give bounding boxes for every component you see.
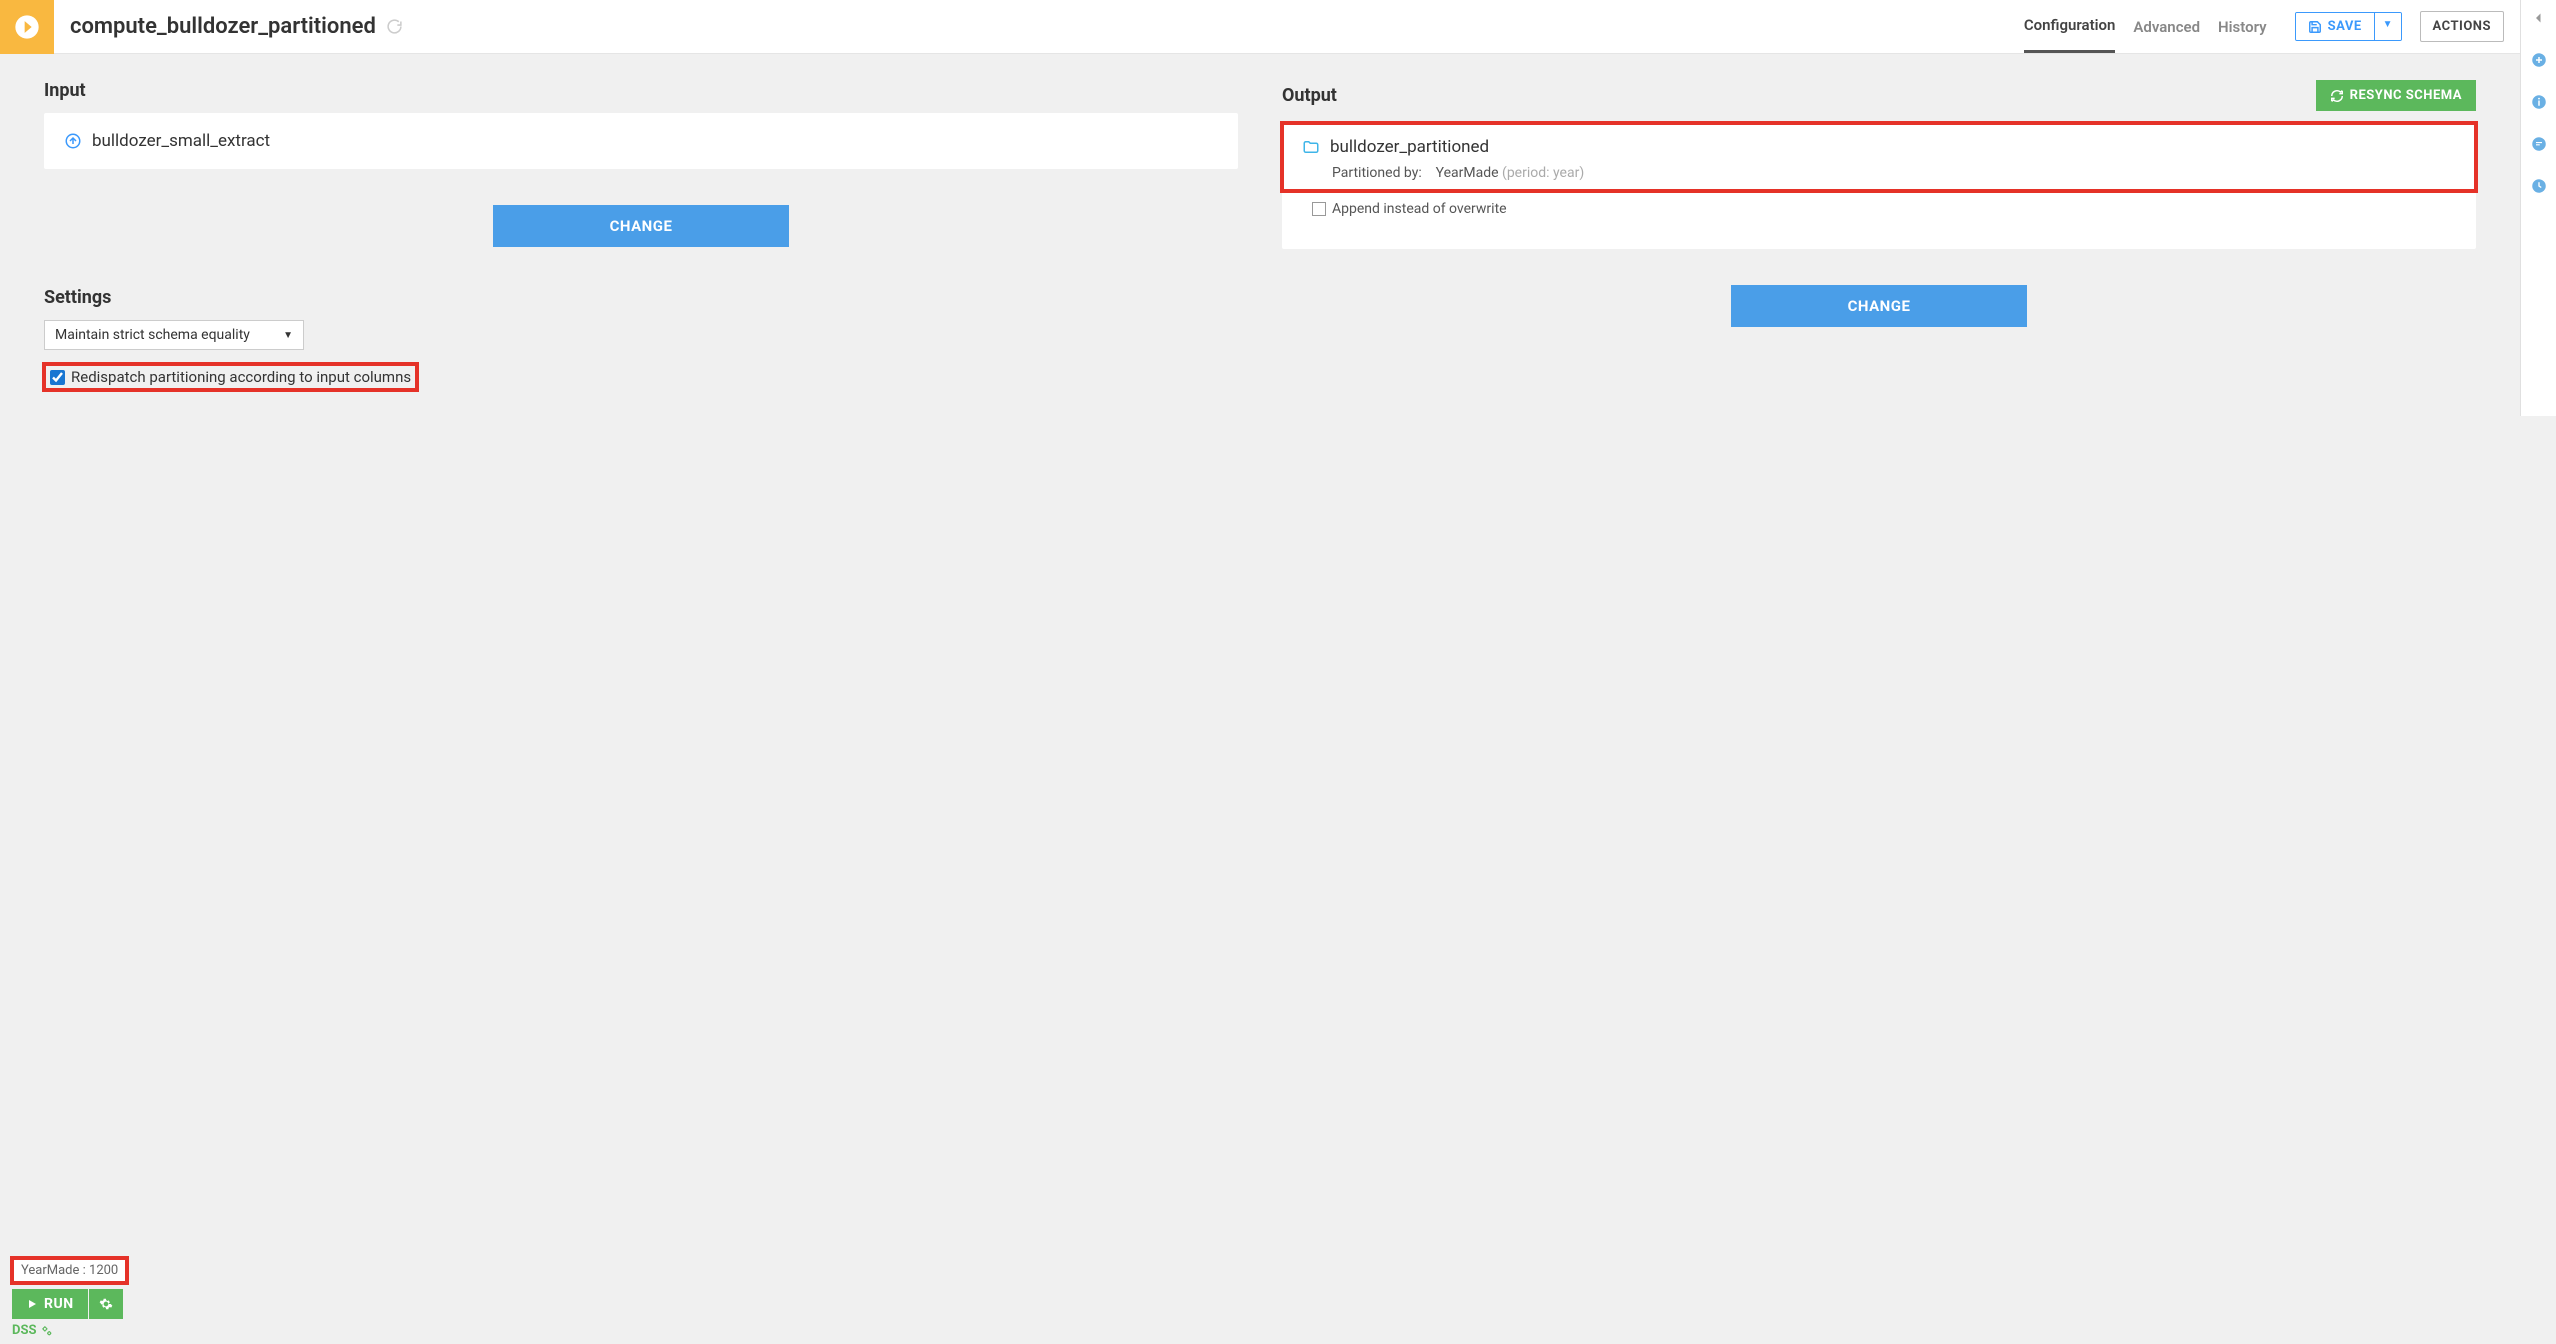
schema-mode-select[interactable]: Maintain strict schema equality ▼ [44,320,304,350]
sync-icon [2330,89,2344,103]
folder-icon [1302,138,1320,156]
dss-label[interactable]: DSS [12,1323,127,1338]
redispatch-row: Redispatch partitioning according to inp… [44,364,417,390]
play-icon [26,1298,38,1310]
input-card: bulldozer_small_extract [44,113,1238,169]
clock-icon[interactable] [2529,176,2549,196]
resync-schema-button[interactable]: RESYNC SCHEMA [2316,80,2476,111]
settings-title: Settings [44,287,1238,308]
chat-icon[interactable] [2529,134,2549,154]
upload-icon [64,132,82,150]
refresh-icon[interactable] [386,18,403,35]
redispatch-checkbox[interactable] [50,370,65,385]
save-button[interactable]: SAVE [2296,13,2374,40]
run-button[interactable]: RUN [12,1289,88,1319]
input-change-button[interactable]: CHANGE [493,205,789,247]
collapse-arrow-icon[interactable] [2529,8,2549,28]
input-section-title: Input [44,80,1238,101]
tab-advanced[interactable]: Advanced [2133,0,2200,53]
save-dropdown-arrow[interactable]: ▼ [2374,13,2401,40]
actions-button[interactable]: ACTIONS [2420,11,2504,42]
chevron-down-icon: ▼ [283,330,293,341]
partition-value-box[interactable]: YearMade : 1200 [12,1258,127,1283]
recipe-icon [0,0,54,54]
append-checkbox[interactable] [1312,202,1326,216]
output-dataset-block: bulldozer_partitioned Partitioned by: Ye… [1282,123,2476,191]
right-rail [2520,0,2556,416]
append-label: Append instead of overwrite [1332,201,1507,217]
run-settings-button[interactable] [89,1289,123,1319]
output-section-title: Output [1282,85,1337,106]
input-dataset-name[interactable]: bulldozer_small_extract [92,131,270,151]
partitioned-by-value: YearMade [1436,165,1499,181]
output-change-button[interactable]: CHANGE [1731,285,2027,327]
info-icon[interactable] [2529,92,2549,112]
page-title: compute_bulldozer_partitioned [70,14,376,39]
redispatch-label: Redispatch partitioning according to inp… [71,368,411,386]
save-disk-icon [2308,20,2322,34]
header-bar: compute_bulldozer_partitioned Configurat… [0,0,2520,54]
add-icon[interactable] [2529,50,2549,70]
partitioned-by-hint: (period: year) [1502,165,1584,181]
tab-history[interactable]: History [2218,0,2267,53]
tab-configuration[interactable]: Configuration [2024,0,2116,53]
output-dataset-name[interactable]: bulldozer_partitioned [1330,137,1489,157]
partitioned-by-label: Partitioned by: [1332,165,1422,181]
gears-icon [40,1324,53,1337]
gear-icon [99,1297,113,1311]
